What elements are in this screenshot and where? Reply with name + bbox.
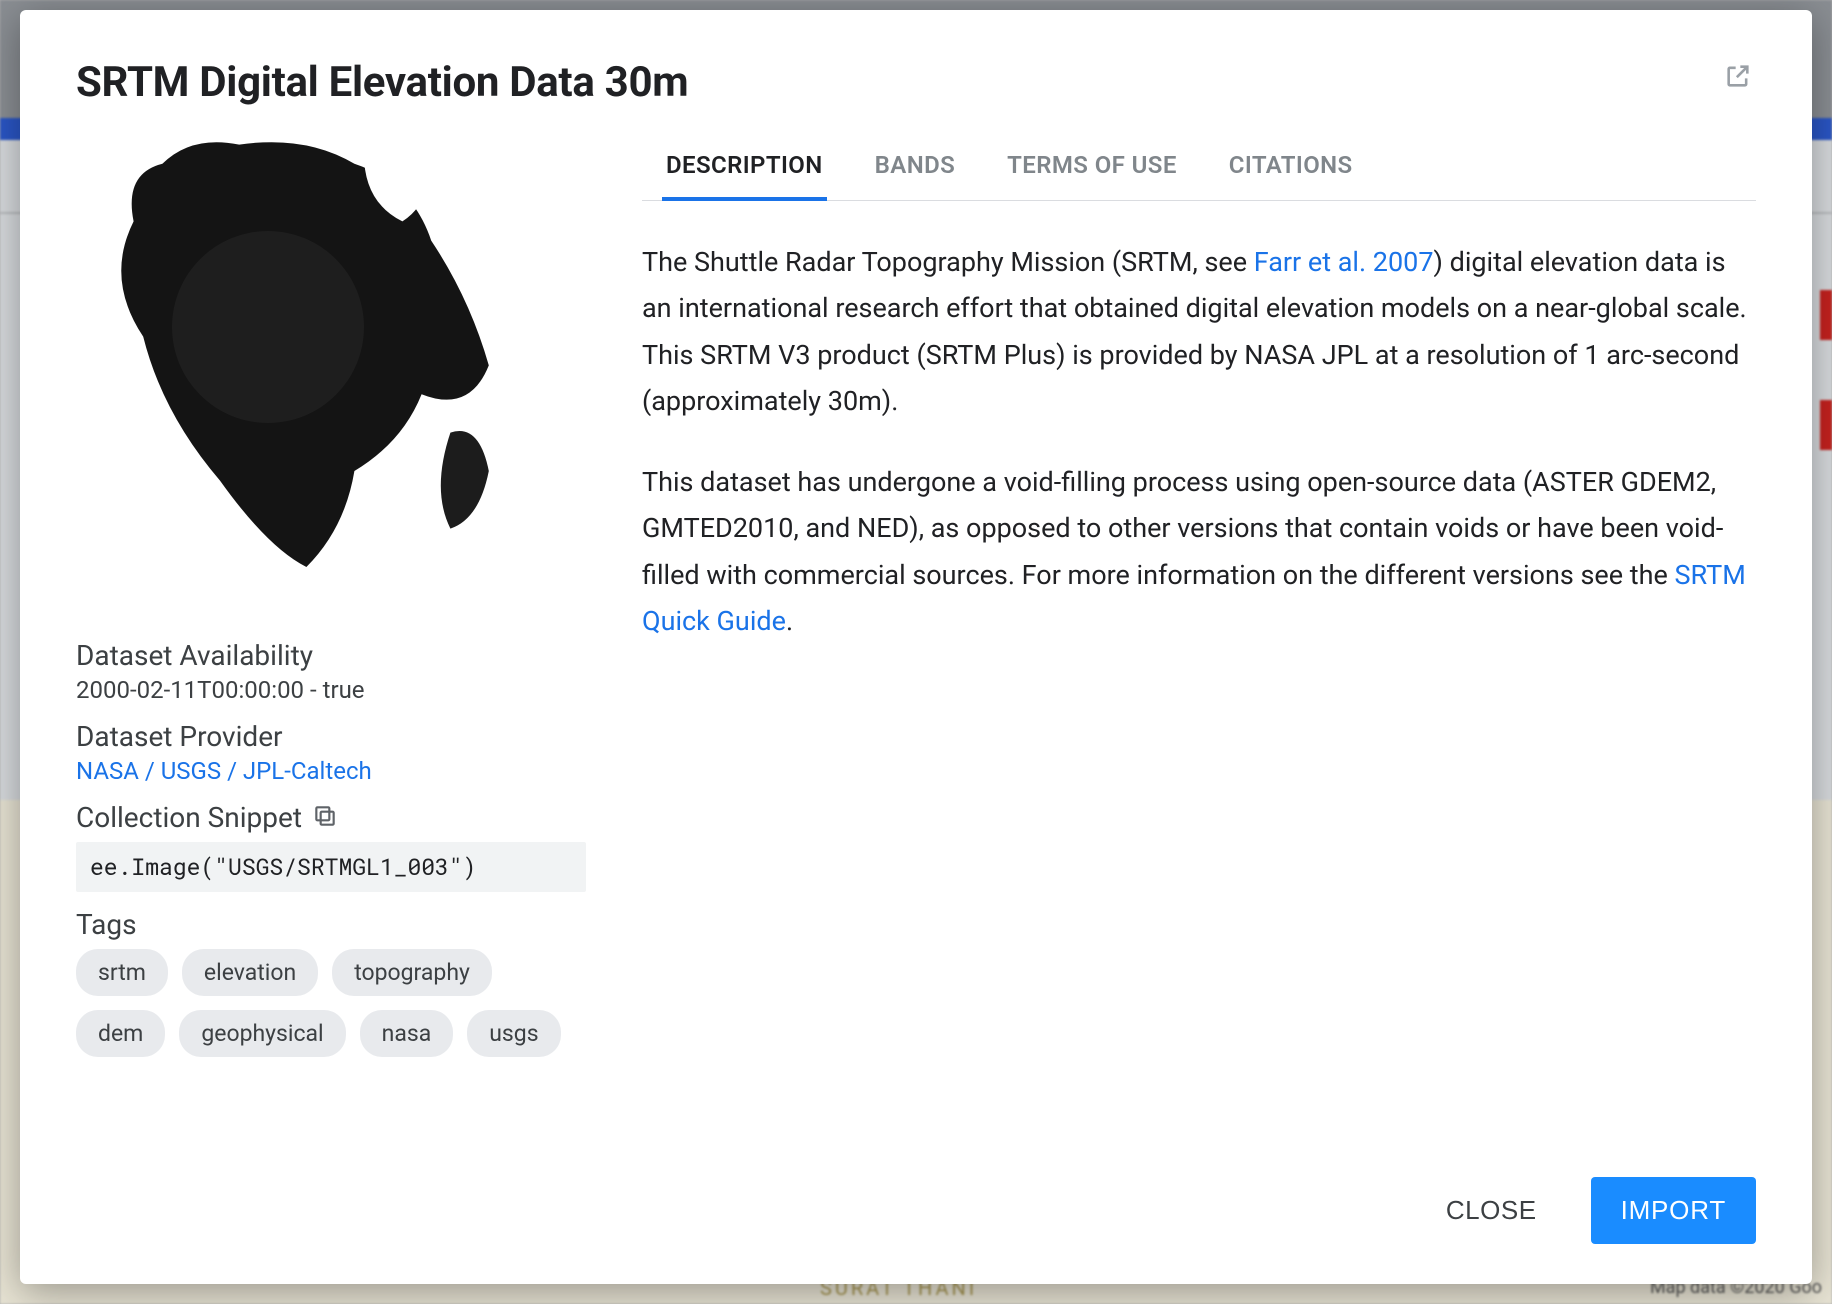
modal-body: Dataset Availability 2000-02-11T00:00:00…	[76, 135, 1756, 1153]
copy-snippet-button[interactable]	[312, 803, 338, 833]
modal-title: SRTM Digital Elevation Data 30m	[76, 58, 688, 107]
tags-label: Tags	[76, 908, 586, 941]
tag-chip[interactable]: geophysical	[179, 1010, 345, 1057]
tags-container: srtm elevation topography dem geophysica…	[76, 949, 586, 1057]
external-link-icon	[1724, 75, 1752, 94]
tag-chip[interactable]: usgs	[467, 1010, 560, 1057]
asset-detail-modal: SRTM Digital Elevation Data 30m Dataset …	[20, 10, 1812, 1284]
description-panel: The Shuttle Radar Topography Mission (SR…	[642, 201, 1756, 679]
dataset-thumbnail	[76, 135, 556, 615]
tab-citations[interactable]: CITATIONS	[1225, 135, 1357, 201]
tab-description[interactable]: DESCRIPTION	[662, 135, 827, 201]
tab-bands[interactable]: BANDS	[871, 135, 960, 201]
provider-link[interactable]: NASA / USGS / JPL-Caltech	[76, 757, 586, 785]
close-button[interactable]: CLOSE	[1422, 1179, 1561, 1242]
tag-chip[interactable]: dem	[76, 1010, 165, 1057]
tab-terms[interactable]: TERMS OF USE	[1003, 135, 1181, 201]
snippet-label: Collection Snippet	[76, 801, 302, 834]
availability-value: 2000-02-11T00:00:00 - true	[76, 676, 586, 704]
metadata-column: Dataset Availability 2000-02-11T00:00:00…	[76, 135, 586, 1153]
snippet-code: ee.Image("USGS/SRTMGL1_003")	[76, 842, 586, 892]
import-button[interactable]: IMPORT	[1591, 1177, 1756, 1244]
citation-link[interactable]: Farr et al. 2007	[1254, 246, 1434, 278]
modal-footer: CLOSE IMPORT	[76, 1153, 1756, 1244]
tag-chip[interactable]: srtm	[76, 949, 168, 996]
details-column: DESCRIPTION BANDS TERMS OF USE CITATIONS…	[642, 135, 1756, 1153]
availability-label: Dataset Availability	[76, 639, 586, 672]
copy-icon	[312, 814, 338, 833]
description-text: .	[786, 605, 793, 637]
tag-chip[interactable]: nasa	[360, 1010, 454, 1057]
tab-bar: DESCRIPTION BANDS TERMS OF USE CITATIONS	[642, 135, 1756, 201]
popout-button[interactable]	[1720, 58, 1756, 98]
tag-chip[interactable]: elevation	[182, 949, 318, 996]
tag-chip[interactable]: topography	[332, 949, 492, 996]
description-text: The Shuttle Radar Topography Mission (SR…	[642, 246, 1254, 278]
description-paragraph: The Shuttle Radar Topography Mission (SR…	[642, 239, 1748, 425]
description-text: This dataset has undergone a void-fillin…	[642, 466, 1723, 591]
description-paragraph: This dataset has undergone a void-fillin…	[642, 459, 1748, 645]
provider-label: Dataset Provider	[76, 720, 586, 753]
modal-header: SRTM Digital Elevation Data 30m	[76, 58, 1756, 107]
